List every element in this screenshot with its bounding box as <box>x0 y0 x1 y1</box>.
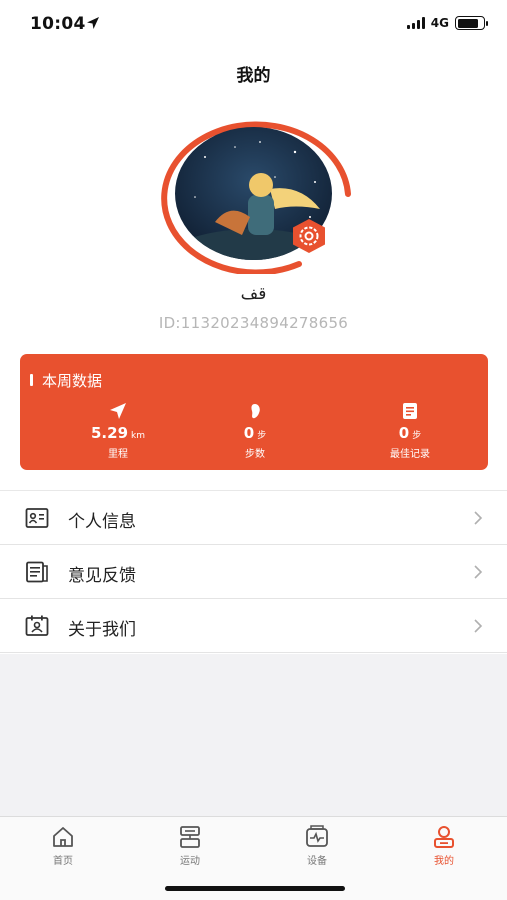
menu-item-feedback[interactable]: 意见反馈 <box>0 545 507 599</box>
menu-label: 个人信息 <box>68 512 136 532</box>
menu-item-about-us[interactable]: 关于我们 <box>0 599 507 653</box>
stat-label: 步数 <box>245 449 265 460</box>
id-card-icon <box>25 508 49 528</box>
chevron-right-icon <box>474 619 483 633</box>
menu-label: 关于我们 <box>68 620 136 640</box>
page-title: 我的 <box>236 66 271 86</box>
profile-menu: 个人信息 意见反馈 关于我们 <box>0 490 507 653</box>
home-icon <box>53 827 73 847</box>
record-icon <box>403 403 417 419</box>
tab-label: 运动 <box>180 856 200 867</box>
profile-icon <box>434 826 454 848</box>
stat-label: 最佳记录 <box>390 449 430 460</box>
tab-label: 首页 <box>53 856 73 867</box>
tab-home[interactable]: 首页 <box>13 825 113 867</box>
device-icon <box>306 825 328 847</box>
stat-value: 5.29 km <box>91 424 145 442</box>
status-indicators: 4G <box>406 16 488 30</box>
network-type: 4G <box>430 16 449 30</box>
stat-label: 里程 <box>108 449 128 460</box>
tab-label: 我的 <box>434 856 454 867</box>
tab-profile[interactable]: 我的 <box>394 825 494 867</box>
weekly-data-card: 本周数据 5.29 km 里程 0步 步数 0步 最佳记录 <box>20 354 488 470</box>
stat-value: 0步 <box>243 424 267 442</box>
status-time: 10:04 <box>30 14 86 34</box>
username: قف <box>240 284 267 304</box>
paper-plane-icon <box>110 403 126 419</box>
signal-icon <box>406 17 425 29</box>
location-arrow-icon <box>87 17 99 29</box>
tab-device[interactable]: 设备 <box>267 825 367 867</box>
stat-value: 0步 <box>398 424 422 442</box>
empty-background <box>0 654 507 816</box>
stat-steps: 0步 步数 <box>195 402 315 460</box>
menu-label: 意见反馈 <box>68 566 136 586</box>
about-icon <box>25 615 49 636</box>
feedback-icon <box>26 561 48 583</box>
user-id: ID:11320234894278656 <box>158 314 349 332</box>
settings-gear-icon[interactable] <box>290 218 328 254</box>
chevron-right-icon <box>474 565 483 579</box>
tab-sport[interactable]: 运动 <box>140 825 240 867</box>
sport-icon <box>180 826 200 848</box>
stat-distance: 5.29 km 里程 <box>58 402 178 460</box>
avatar-section[interactable] <box>156 114 356 274</box>
tab-label: 设备 <box>307 856 327 867</box>
stat-best-record: 0步 最佳记录 <box>350 402 470 460</box>
chevron-right-icon <box>474 511 483 525</box>
menu-item-personal-info[interactable]: 个人信息 <box>0 491 507 545</box>
title-accent-bar <box>30 374 33 386</box>
status-bar: 10:04 4G <box>0 0 507 50</box>
battery-icon <box>455 16 488 30</box>
footprint-icon <box>251 404 260 419</box>
weekly-data-title: 本周数据 <box>42 372 103 390</box>
home-indicator <box>165 886 345 891</box>
